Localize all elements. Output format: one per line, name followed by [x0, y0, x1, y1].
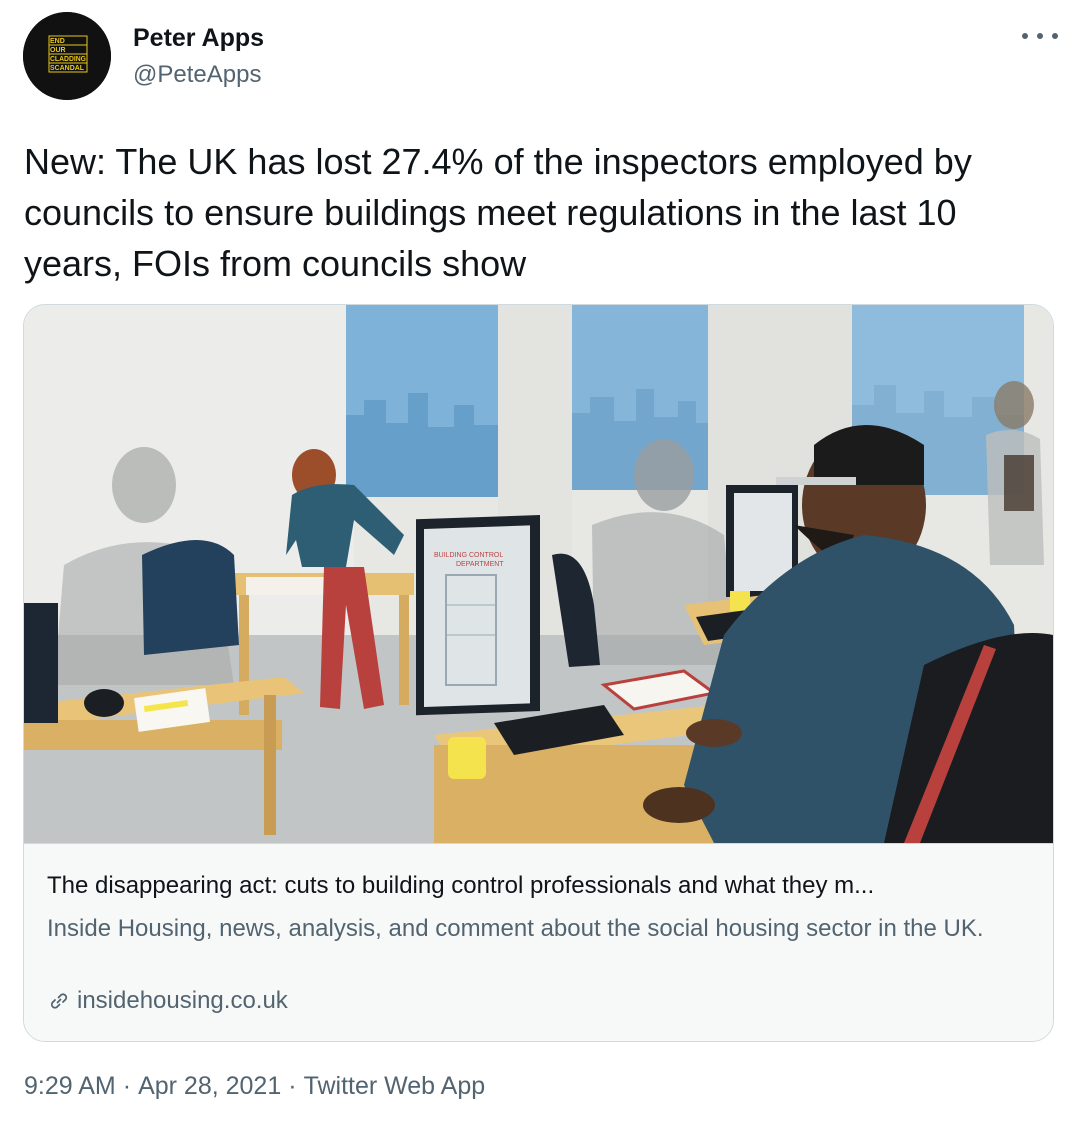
link-card[interactable]: BUILDING CONTROL DEPARTMENT The disappea…: [23, 304, 1054, 1042]
illustration-sign-line: BUILDING CONTROL: [434, 552, 503, 559]
card-domain-text: insidehousing.co.uk: [77, 987, 288, 1014]
tweet-time-link[interactable]: 9:29 AM: [24, 1072, 116, 1101]
card-title[interactable]: The disappearing act: cuts to building c…: [47, 872, 1032, 900]
office-illustration: BUILDING CONTROL DEPARTMENT: [24, 305, 1053, 843]
author-handle[interactable]: @PeteApps: [133, 61, 261, 89]
avatar-text-line: SCANDAL: [50, 65, 85, 72]
card-domain[interactable]: insidehousing.co.uk: [47, 987, 288, 1015]
tweet-text: New: The UK has lost 27.4% of the inspec…: [24, 141, 972, 284]
avatar-text-line: OUR: [50, 47, 66, 54]
card-image[interactable]: BUILDING CONTROL DEPARTMENT: [24, 305, 1053, 844]
illustration-sign-line: DEPARTMENT: [456, 561, 504, 568]
author-name[interactable]: Peter Apps: [133, 24, 264, 53]
more-dot: [1022, 33, 1028, 39]
avatar-logo: END OUR CLADDING SCANDAL: [23, 12, 111, 100]
avatar-text-line: CLADDING: [50, 56, 87, 63]
card-description: Inside Housing, news, analysis, and comm…: [47, 915, 984, 942]
avatar[interactable]: END OUR CLADDING SCANDAL: [23, 12, 111, 100]
more-dot: [1052, 33, 1058, 39]
link-icon: [50, 993, 68, 1009]
more-options-icon[interactable]: [1022, 26, 1058, 46]
avatar-text-line: END: [50, 38, 65, 45]
more-dot: [1037, 33, 1043, 39]
tweet-meta: 9:29 AM · Apr 28, 2021 · Twitter Web App: [24, 1072, 485, 1101]
tweet-date-link[interactable]: Apr 28, 2021: [138, 1072, 281, 1101]
tweet-source-link[interactable]: Twitter Web App: [304, 1072, 486, 1101]
meta-separator: ·: [122, 1072, 132, 1100]
card-body[interactable]: The disappearing act: cuts to building c…: [24, 844, 1053, 1041]
meta-separator: ·: [288, 1072, 297, 1100]
